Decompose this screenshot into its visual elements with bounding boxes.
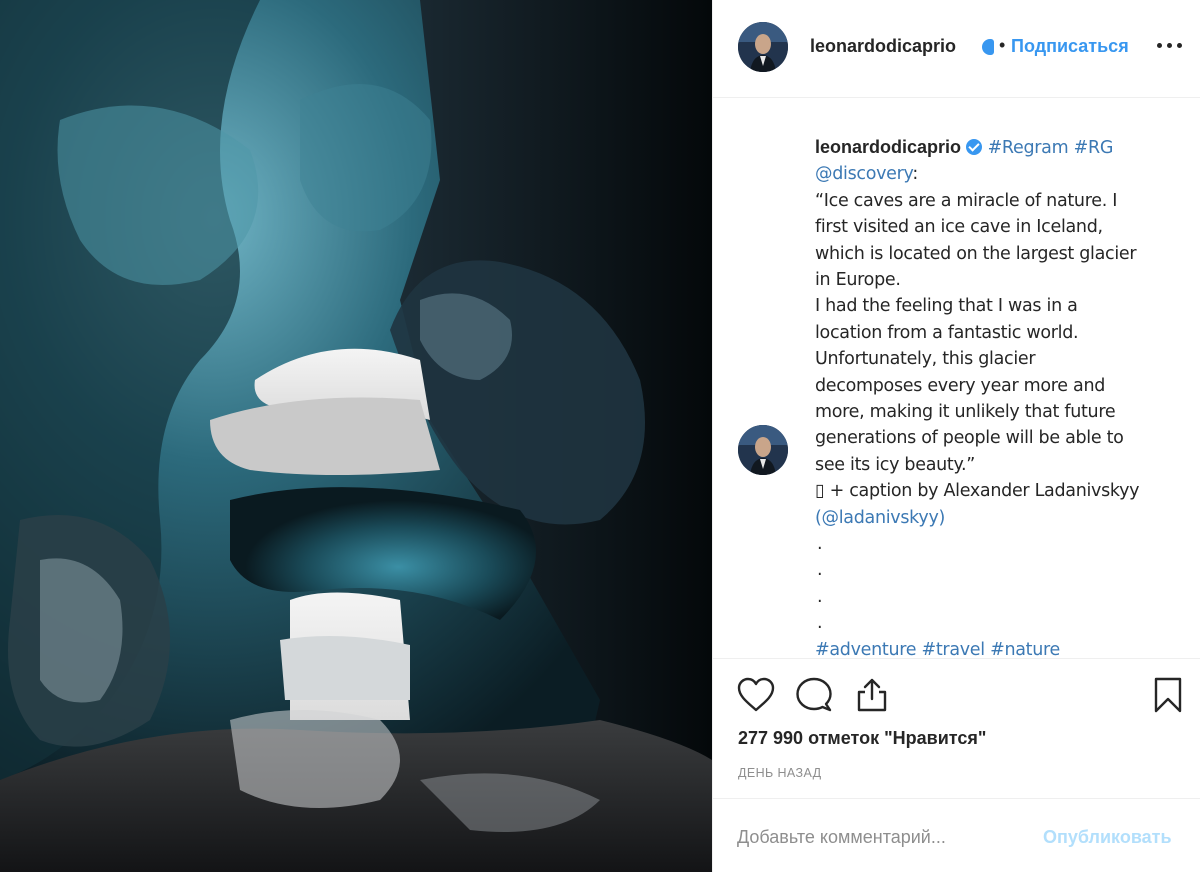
caption-avatar[interactable] <box>738 425 788 475</box>
caption-credit-link[interactable]: (@ladanivskyy) <box>815 508 945 528</box>
post-username[interactable]: leonardodicaprio <box>810 36 956 57</box>
more-horizontal-icon[interactable] <box>1157 30 1185 60</box>
caption-mention[interactable]: @discovery <box>815 164 913 184</box>
post-side-panel: leonardodicaprio • Подписаться leonardod… <box>712 0 1200 872</box>
caption-line: see its icy beauty.” <box>815 454 976 475</box>
caption-line: I had the feeling that I was in a <box>815 296 1078 317</box>
avatar[interactable] <box>738 22 788 72</box>
ice-cave-image <box>0 0 712 872</box>
caption-dot: . <box>817 534 823 555</box>
caption-hashtags[interactable]: #adventure #travel #nature <box>815 640 1060 658</box>
caption-username[interactable]: leonardodicaprio <box>815 137 961 157</box>
caption-dot: . <box>817 586 823 607</box>
post-timestamp[interactable]: ДЕНЬ НАЗАД <box>738 766 822 780</box>
caption-credit: ▯ + caption by Alexander Ladanivskyy <box>815 481 1140 502</box>
comment-icon[interactable] <box>795 677 833 713</box>
caption-line: in Europe. <box>815 270 901 291</box>
caption-tags[interactable]: #Regram #RG <box>988 138 1114 158</box>
avatar-image <box>738 22 788 72</box>
separator-dot: • <box>999 35 1006 55</box>
caption-mention-suffix: : <box>912 164 918 185</box>
caption-line: “Ice caves are a miracle of nature. I <box>815 190 1118 211</box>
post-actions: 277 990 отметок "Нравится" ДЕНЬ НАЗАД <box>713 658 1200 818</box>
post-header: leonardodicaprio • Подписаться <box>713 0 1200 98</box>
caption-line: which is located on the largest glacier <box>815 243 1137 264</box>
publish-button[interactable]: Опубликовать <box>1043 827 1172 848</box>
caption-line: first visited an ice cave in Iceland, <box>815 217 1103 238</box>
heart-icon[interactable] <box>737 677 775 713</box>
post-photo[interactable] <box>0 0 712 872</box>
caption-area: leonardodicaprio #Regram #RG @discovery:… <box>713 99 1200 658</box>
verified-badge-icon <box>966 139 983 155</box>
caption-line: Unfortunately, this glacier <box>815 349 1036 370</box>
caption-line: decomposes every year more and <box>815 375 1106 396</box>
likes-count[interactable]: 277 990 отметок "Нравится" <box>738 728 986 749</box>
avatar-image <box>738 425 788 475</box>
caption-dot: . <box>817 613 823 634</box>
caption-dot: . <box>817 560 823 581</box>
follow-button[interactable]: Подписаться <box>1011 36 1129 57</box>
comment-input[interactable] <box>737 823 1037 851</box>
verified-badge-icon <box>982 39 994 55</box>
caption-line: more, making it unlikely that future <box>815 402 1116 423</box>
caption-line: generations of people will be able to <box>815 428 1124 449</box>
caption-line: location from a fantastic world. <box>815 322 1079 343</box>
share-icon[interactable] <box>854 677 890 713</box>
bookmark-icon[interactable] <box>1153 677 1183 713</box>
comment-bar: Опубликовать <box>713 798 1200 872</box>
caption-text: leonardodicaprio #Regram #RG @discovery:… <box>815 134 1175 658</box>
